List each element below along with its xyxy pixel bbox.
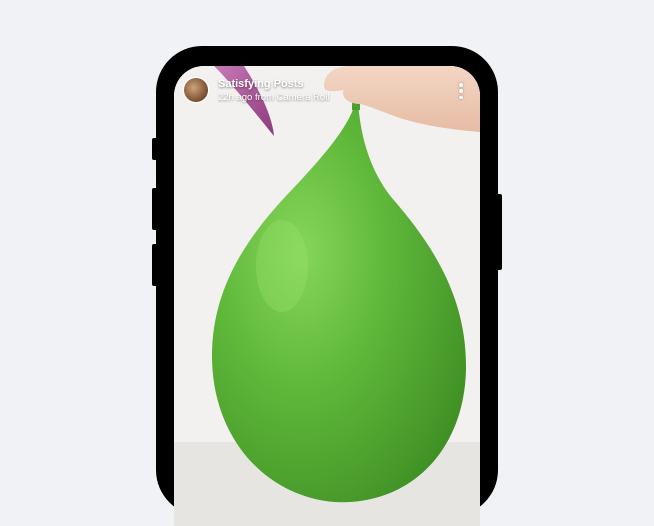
story-video[interactable]	[174, 66, 480, 526]
story-header: Satisfying Posts 22h ago from Camera Rol…	[184, 72, 470, 106]
menu-dot	[459, 83, 463, 87]
more-vertical-icon[interactable]	[454, 82, 468, 100]
channel-avatar-icon[interactable]	[184, 78, 208, 102]
post-meta: 22h ago from Camera Roll	[218, 92, 330, 103]
menu-dot	[459, 95, 463, 99]
channel-name[interactable]: Satisfying Posts	[218, 78, 304, 90]
story-screen[interactable]: Satisfying Posts 22h ago from Camera Rol…	[174, 66, 480, 526]
phone-frame: Satisfying Posts 22h ago from Camera Rol…	[156, 46, 498, 526]
menu-dot	[459, 89, 463, 93]
